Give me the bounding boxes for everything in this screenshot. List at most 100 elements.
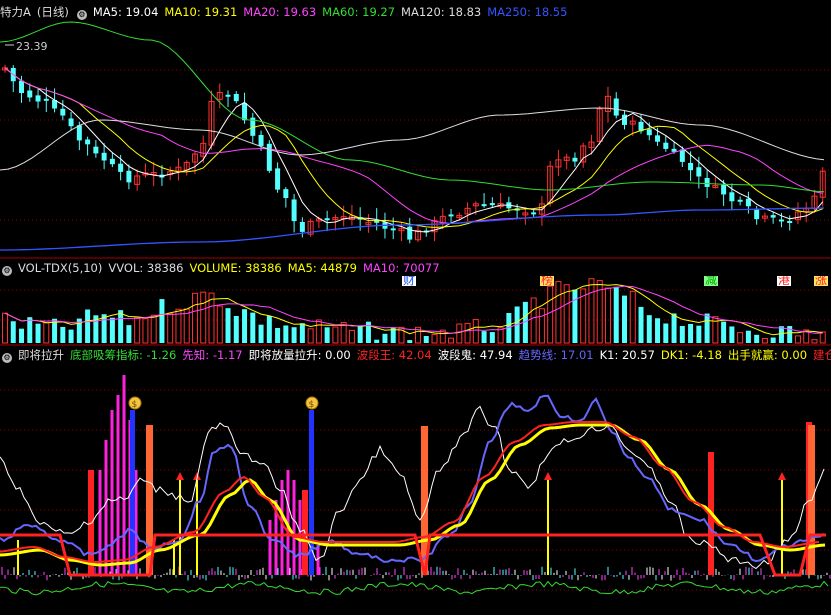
volume-bar: [456, 323, 463, 344]
volume-item: VVOL: 38386: [108, 261, 184, 275]
volume-bar: [118, 310, 124, 343]
volume-bar: [588, 278, 595, 344]
volume-bar: [448, 337, 455, 344]
ma60-line: [0, 21, 825, 193]
candle-body: [531, 212, 537, 215]
candle-body: [93, 146, 99, 154]
candle-body: [291, 199, 297, 222]
up-arrow-icon: [778, 472, 786, 480]
volume-bar: [324, 327, 330, 343]
volume-bar: [250, 312, 256, 343]
volume-bar: [365, 321, 371, 343]
volume-bar: [191, 292, 198, 344]
candle-body: [60, 108, 66, 116]
indicator-item: 趋势线: 17.01: [518, 348, 594, 362]
volume-bar: [638, 306, 644, 343]
volume-bar: [167, 312, 174, 344]
indicator-item: 建仓区:: [813, 348, 831, 362]
volume-bar: [770, 337, 776, 343]
candle-body: [233, 93, 239, 102]
volume-bar: [729, 326, 735, 343]
candle-body: [101, 152, 107, 161]
candle-body: [770, 215, 776, 218]
volume-bar: [315, 319, 322, 344]
candle-body: [85, 139, 91, 145]
money-bag-symbol: $: [132, 400, 138, 410]
volume-pane[interactable]: [2, 278, 826, 344]
volume-bar: [663, 323, 669, 343]
volume-bar: [27, 317, 33, 343]
candle-body: [696, 167, 702, 177]
money-bag-symbol: $: [309, 400, 315, 410]
volume-bar: [291, 327, 297, 343]
candle-body: [283, 189, 289, 199]
volume-bar: [159, 299, 165, 343]
candle-body: [299, 221, 305, 232]
candle-body: [76, 125, 82, 141]
indicator-pane[interactable]: $ $: [0, 375, 831, 596]
stock-name[interactable]: 特力A: [0, 5, 31, 19]
volume-bar: [761, 337, 768, 344]
candle-body: [671, 148, 677, 152]
candle-body: [407, 226, 413, 240]
volume-bar: [547, 285, 554, 344]
volume-bar: [794, 335, 801, 344]
volume-bar: [704, 313, 710, 343]
main-item: MA5: 19.04: [92, 5, 159, 19]
main-item: MA120: 18.83: [401, 5, 482, 19]
indicator-header: ⚙ 即将拉升 底部吸筹指标: -1.26 先知: -1.17 即将放量拉升: 0.00 波…: [0, 347, 831, 363]
settings-circle-icon[interactable]: ⚙: [2, 266, 12, 276]
candle-body: [27, 90, 33, 98]
volume-bar: [696, 325, 702, 343]
volume-bar: [489, 332, 495, 343]
candle-body: [242, 103, 248, 121]
price-pane[interactable]: 23.3915.80财榜减港涨: [0, 21, 828, 287]
candle-body: [390, 228, 396, 231]
indicator-item: K1: 20.57: [599, 348, 655, 362]
volume-bar: [622, 295, 627, 343]
volume-bar: [150, 314, 157, 344]
indicator-item: 先知: -1.17: [182, 348, 243, 362]
indicator-item: 波段鬼: 47.94: [437, 348, 513, 362]
ma5-line: [4, 67, 824, 233]
volume-bar: [407, 340, 413, 343]
candle-body: [655, 135, 661, 142]
volume-bar: [431, 333, 438, 344]
settings-circle-icon[interactable]: ⚙: [2, 353, 12, 363]
volume-bar: [721, 321, 727, 343]
volume-bar: [134, 316, 141, 344]
candle-body: [324, 218, 330, 221]
settings-circle-icon[interactable]: ⚙: [76, 10, 87, 20]
volume-bar: [629, 290, 636, 344]
volume-bar: [374, 339, 380, 343]
main-header: 特力A (日线) ⚙ MA5: 19.04 MA10: 19.31 MA20: 19.63…: [0, 4, 831, 20]
volume-bar: [745, 330, 751, 343]
volume-bar: [307, 328, 314, 344]
main-item: MA10: 19.31: [164, 5, 238, 19]
volume-bar: [68, 329, 74, 343]
candle-body: [258, 134, 264, 146]
period-label[interactable]: (日线): [37, 5, 69, 19]
high-price-label: 23.39: [16, 40, 48, 53]
indicator-item: 底部吸筹指标: -1.26: [70, 348, 177, 362]
volume-bar: [679, 325, 685, 343]
main-item: MA20: 19.63: [243, 5, 317, 19]
ma10-line: [4, 67, 823, 228]
candle-body: [275, 168, 281, 190]
candle-body: [118, 163, 124, 172]
volume-bar: [85, 309, 91, 343]
candle-body: [572, 157, 578, 162]
volume-item: MA5: 44879: [287, 261, 357, 275]
volume-bar: [60, 326, 66, 343]
candle-body: [35, 95, 41, 102]
candle-body: [613, 98, 619, 116]
volume-bar: [423, 336, 429, 343]
volume-item: MA10: 70077: [362, 261, 440, 275]
volume-bar: [109, 317, 115, 343]
indicator-label[interactable]: 即将拉升: [18, 348, 64, 362]
candle-body: [778, 219, 784, 222]
volume-indicator-label[interactable]: VOL-TDX(5,10): [18, 261, 102, 275]
volume-bar: [200, 291, 207, 344]
volume-bar: [604, 287, 611, 344]
volume-bar: [555, 281, 562, 344]
